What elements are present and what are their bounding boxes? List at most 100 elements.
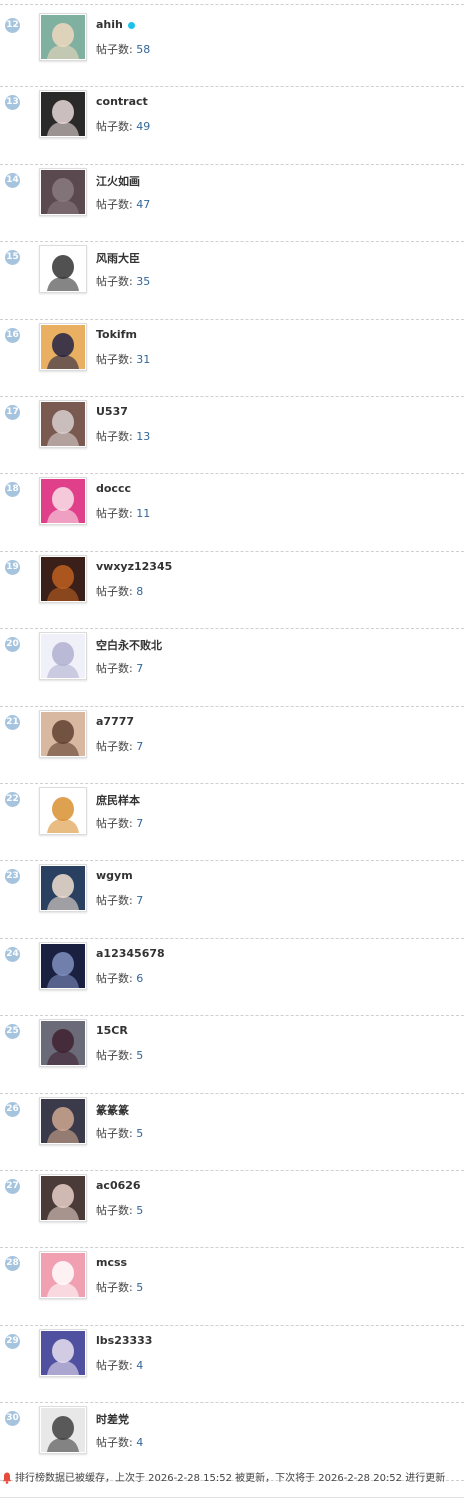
avatar[interactable] (39, 864, 87, 913)
post-count: 帖子数: 8 (96, 583, 143, 599)
post-count-label: 帖子数: (96, 430, 137, 443)
post-count-value: 35 (136, 275, 151, 289)
avatar[interactable] (39, 632, 87, 681)
post-count-label: 帖子数: (96, 971, 137, 985)
username[interactable]: Tokifm (96, 328, 137, 341)
avatar-image (41, 1253, 85, 1298)
username-link[interactable]: doccc (96, 482, 131, 495)
avatar[interactable] (39, 322, 87, 371)
avatar[interactable] (39, 1328, 87, 1377)
username[interactable]: 篆篆篆 (96, 1104, 129, 1117)
username[interactable]: mcss (96, 1256, 127, 1269)
username-link[interactable]: vwxyz12345 (96, 560, 172, 573)
post-count-value: 6 (136, 971, 144, 985)
post-count-value: 31 (136, 352, 151, 366)
avatar-image (41, 1176, 85, 1220)
avatar[interactable] (39, 1174, 87, 1222)
bottom-divider (0, 1497, 464, 1498)
ranking-row: 26 篆篆篆 帖子数: 5 (0, 1094, 464, 1171)
avatar[interactable] (39, 400, 87, 448)
post-count-value: 7 (136, 817, 144, 830)
username[interactable]: wgym (96, 869, 133, 882)
post-count: 帖子数: 35 (96, 273, 150, 289)
username[interactable]: 江火如画 (96, 175, 140, 188)
username[interactable]: 空白永不败北 (96, 639, 162, 652)
avatar[interactable] (39, 13, 87, 61)
avatar-image (41, 1021, 85, 1066)
avatar[interactable] (39, 167, 87, 216)
cache-notice-text: 排行榜数据已被缓存，上次于 2026-2-28 15:52 被更新，下次将于 2… (15, 1473, 446, 1484)
post-count: 帖子数: 58 (96, 41, 150, 57)
post-count: 帖子数: 5 (96, 1125, 143, 1141)
username[interactable]: doccc (96, 482, 131, 495)
rank-badge: 30 (5, 1411, 20, 1427)
username-link[interactable]: 风雨大臣 (96, 250, 140, 266)
avatar[interactable] (39, 90, 87, 139)
username[interactable]: a12345678 (96, 947, 165, 960)
post-count-value: 58 (136, 43, 151, 56)
rank-badge: 24 (5, 946, 20, 962)
post-count-value: 8 (136, 584, 144, 598)
avatar[interactable] (39, 1251, 87, 1300)
username[interactable]: ac0626 (96, 1179, 141, 1192)
post-count-label: 帖子数: (96, 1126, 137, 1140)
username-link[interactable]: Tokifm (96, 328, 137, 341)
avatar[interactable] (39, 1096, 87, 1145)
avatar[interactable] (39, 787, 87, 835)
username-link[interactable]: wgym (96, 869, 133, 882)
post-count-value: 47 (136, 197, 151, 211)
post-count-value: 5 (136, 1204, 144, 1217)
avatar[interactable] (39, 245, 87, 294)
avatar[interactable] (39, 477, 87, 526)
username[interactable]: ahih (96, 18, 123, 31)
avatar-image (41, 634, 85, 679)
username[interactable]: U537 (96, 405, 128, 418)
username[interactable]: 时差党 (96, 1413, 129, 1426)
ranking-row: 14 江火如画 帖子数: 47 (0, 165, 464, 243)
rank-badge: 16 (5, 327, 20, 343)
username-link[interactable]: ac0626 (96, 1179, 141, 1192)
post-count-label: 帖子数: (96, 197, 137, 211)
username-link[interactable]: 时差党 (96, 1411, 129, 1427)
username-link[interactable]: a7777 (96, 715, 134, 728)
username-link[interactable]: 空白永不败北 (96, 637, 162, 653)
username[interactable]: a7777 (96, 715, 134, 728)
avatar[interactable] (39, 1406, 87, 1455)
username[interactable]: contract (96, 95, 148, 108)
username-link[interactable]: mcss (96, 1256, 127, 1269)
post-count-value: 7 (136, 739, 144, 753)
rank-badge: 17 (5, 405, 20, 420)
top-divider (0, 4, 464, 5)
post-count: 帖子数: 13 (96, 428, 150, 444)
username-link[interactable]: 15CR (96, 1024, 128, 1037)
post-count-value: 5 (136, 1126, 144, 1140)
avatar-image (41, 556, 85, 601)
avatar[interactable] (39, 709, 87, 758)
username-link[interactable]: contract (96, 95, 148, 108)
username-link[interactable]: lbs23333 (96, 1334, 152, 1347)
username[interactable]: 15CR (96, 1024, 128, 1037)
username-link[interactable]: 庶民样本 (96, 792, 140, 808)
avatar[interactable] (39, 1019, 87, 1068)
post-count-label: 帖子数: (96, 1358, 137, 1372)
username[interactable]: vwxyz12345 (96, 560, 172, 573)
username-link[interactable]: 篆篆篆 (96, 1102, 129, 1118)
username-link[interactable]: a12345678 (96, 947, 165, 960)
post-count-label: 帖子数: (96, 120, 137, 134)
username-link[interactable]: ahih (96, 18, 135, 31)
post-count-label: 帖子数: (96, 275, 137, 289)
avatar-image (41, 169, 85, 214)
avatar[interactable] (39, 941, 87, 990)
avatar[interactable] (39, 554, 87, 603)
username-link[interactable]: U537 (96, 405, 128, 418)
username[interactable]: lbs23333 (96, 1334, 152, 1347)
rank-badge: 22 (5, 792, 20, 807)
username[interactable]: 风雨大臣 (96, 252, 140, 265)
post-count-value: 7 (136, 662, 144, 676)
username-link[interactable]: 江火如画 (96, 173, 140, 189)
rank-badge: 12 (5, 18, 20, 33)
avatar-image (41, 247, 85, 292)
username[interactable]: 庶民样本 (96, 794, 140, 807)
ranking-row: 25 15CR 帖子数: 5 (0, 1016, 464, 1094)
post-count-label: 帖子数: (96, 507, 137, 521)
